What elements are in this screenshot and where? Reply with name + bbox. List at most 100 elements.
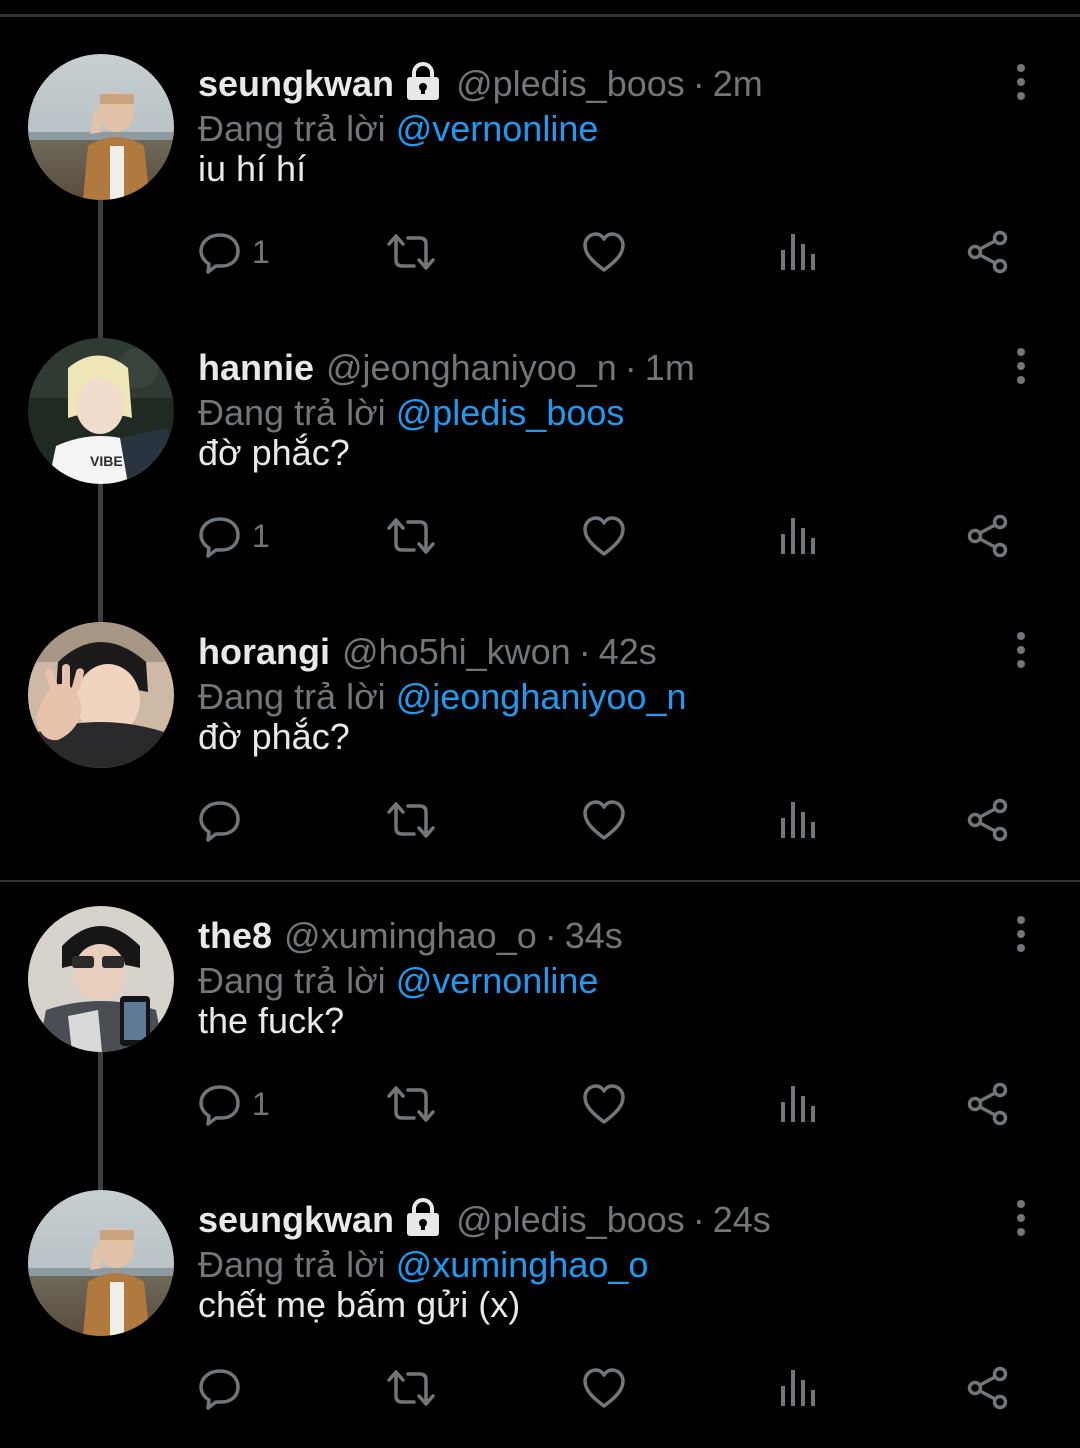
mention-link[interactable]: @vernonline bbox=[396, 960, 599, 1001]
share-icon bbox=[966, 1082, 1010, 1126]
like-icon bbox=[582, 230, 626, 274]
retweet-button[interactable] bbox=[386, 508, 436, 564]
tweet[interactable]: VIBE hannie @jeonghaniyoo_n · 1m Đang tr… bbox=[0, 300, 1080, 584]
tweet[interactable]: seungkwan @pledis_boos · 2m Đang trả lời… bbox=[0, 16, 1080, 300]
share-button[interactable] bbox=[966, 508, 1010, 564]
avatar[interactable] bbox=[28, 54, 174, 200]
views-icon bbox=[778, 514, 818, 558]
reply-button[interactable]: 1 bbox=[198, 508, 270, 564]
action-bar: 1 bbox=[0, 508, 1080, 564]
replying-to: Đang trả lời @vernonline bbox=[198, 960, 598, 1002]
share-icon bbox=[966, 1366, 1010, 1410]
like-button[interactable] bbox=[582, 1360, 626, 1416]
more-icon[interactable] bbox=[1010, 1198, 1032, 1238]
replying-to: Đang trả lời @pledis_boos bbox=[198, 392, 624, 434]
display-name[interactable]: hannie bbox=[198, 347, 314, 389]
tweet[interactable]: horangi @ho5hi_kwon · 42s Đang trả lời @… bbox=[0, 584, 1080, 868]
views-button[interactable] bbox=[778, 1360, 818, 1416]
more-icon[interactable] bbox=[1010, 346, 1032, 386]
like-button[interactable] bbox=[582, 508, 626, 564]
mention-link[interactable]: @pledis_boos bbox=[396, 392, 625, 433]
retweet-button[interactable] bbox=[386, 1360, 436, 1416]
username[interactable]: @xuminghao_o bbox=[284, 915, 537, 957]
reply-icon bbox=[198, 1366, 242, 1410]
like-icon bbox=[582, 1082, 626, 1126]
avatar[interactable] bbox=[28, 1190, 174, 1336]
like-icon bbox=[582, 514, 626, 558]
avatar[interactable]: VIBE bbox=[28, 338, 174, 484]
timestamp[interactable]: 42s bbox=[599, 631, 657, 673]
timestamp[interactable]: 24s bbox=[713, 1199, 771, 1241]
retweet-icon bbox=[386, 1366, 436, 1410]
username[interactable]: @jeonghaniyoo_n bbox=[326, 347, 617, 389]
share-icon bbox=[966, 230, 1010, 274]
display-name[interactable]: seungkwan bbox=[198, 1199, 394, 1241]
reply-button[interactable] bbox=[198, 1360, 252, 1416]
timestamp[interactable]: 1m bbox=[645, 347, 695, 389]
reply-button[interactable] bbox=[198, 792, 252, 848]
tweet[interactable]: the8 @xuminghao_o · 34s Đang trả lời @ve… bbox=[0, 868, 1080, 1152]
separator-dot: · bbox=[692, 63, 705, 104]
views-button[interactable] bbox=[778, 1076, 818, 1132]
avatar[interactable] bbox=[28, 622, 174, 768]
replying-to: Đang trả lời @xuminghao_o bbox=[198, 1244, 648, 1286]
tweet-header: seungkwan @pledis_boos · 2m bbox=[198, 60, 763, 108]
more-icon[interactable] bbox=[1010, 914, 1032, 954]
replying-to-label: Đang trả lời bbox=[198, 108, 386, 149]
retweet-button[interactable] bbox=[386, 224, 436, 280]
retweet-button[interactable] bbox=[386, 1076, 436, 1132]
like-button[interactable] bbox=[582, 1076, 626, 1132]
views-button[interactable] bbox=[778, 792, 818, 848]
reply-icon bbox=[198, 1082, 242, 1126]
reply-icon bbox=[198, 230, 242, 274]
reply-button[interactable]: 1 bbox=[198, 1076, 270, 1132]
more-icon[interactable] bbox=[1010, 62, 1032, 102]
views-button[interactable] bbox=[778, 224, 818, 280]
tweet-header: horangi @ho5hi_kwon · 42s bbox=[198, 628, 657, 676]
replying-to-label: Đang trả lời bbox=[198, 1244, 386, 1285]
tweet-header: hannie @jeonghaniyoo_n · 1m bbox=[198, 344, 695, 392]
share-button[interactable] bbox=[966, 1360, 1010, 1416]
views-icon bbox=[778, 1366, 818, 1410]
mention-link[interactable]: @jeonghaniyoo_n bbox=[396, 676, 687, 717]
mention-link[interactable]: @xuminghao_o bbox=[396, 1244, 649, 1285]
action-bar: 1 bbox=[0, 224, 1080, 280]
more-icon[interactable] bbox=[1010, 630, 1032, 670]
like-button[interactable] bbox=[582, 792, 626, 848]
share-button[interactable] bbox=[966, 792, 1010, 848]
replying-to: Đang trả lời @jeonghaniyoo_n bbox=[198, 676, 686, 718]
like-button[interactable] bbox=[582, 224, 626, 280]
tweet[interactable]: seungkwan @pledis_boos · 24s Đang trả lờ… bbox=[0, 1152, 1080, 1436]
lock-icon bbox=[404, 61, 442, 107]
replying-to-label: Đang trả lời bbox=[198, 960, 386, 1001]
share-button[interactable] bbox=[966, 1076, 1010, 1132]
action-bar bbox=[0, 1360, 1080, 1416]
timestamp[interactable]: 2m bbox=[713, 63, 763, 105]
retweet-icon bbox=[386, 798, 436, 842]
separator-dot: · bbox=[578, 631, 591, 672]
like-icon bbox=[582, 798, 626, 842]
replying-to: Đang trả lời @vernonline bbox=[198, 108, 598, 150]
display-name[interactable]: horangi bbox=[198, 631, 330, 673]
retweet-icon bbox=[386, 1082, 436, 1126]
lock-icon bbox=[404, 1197, 442, 1243]
display-name[interactable]: the8 bbox=[198, 915, 272, 957]
avatar[interactable] bbox=[28, 906, 174, 1052]
timestamp[interactable]: 34s bbox=[565, 915, 623, 957]
share-icon bbox=[966, 798, 1010, 842]
display-name[interactable]: seungkwan bbox=[198, 63, 394, 105]
share-button[interactable] bbox=[966, 224, 1010, 280]
retweet-button[interactable] bbox=[386, 792, 436, 848]
tweet-header: seungkwan @pledis_boos · 24s bbox=[198, 1196, 771, 1244]
username[interactable]: @ho5hi_kwon bbox=[342, 631, 571, 673]
mention-link[interactable]: @vernonline bbox=[396, 108, 599, 149]
username[interactable]: @pledis_boos bbox=[456, 63, 685, 105]
reply-button[interactable]: 1 bbox=[198, 224, 270, 280]
tweet-header: the8 @xuminghao_o · 34s bbox=[198, 912, 623, 960]
reply-icon bbox=[198, 514, 242, 558]
username[interactable]: @pledis_boos bbox=[456, 1199, 685, 1241]
views-icon bbox=[778, 230, 818, 274]
reply-count: 1 bbox=[252, 233, 270, 270]
replying-to-label: Đang trả lời bbox=[198, 392, 386, 433]
views-button[interactable] bbox=[778, 508, 818, 564]
